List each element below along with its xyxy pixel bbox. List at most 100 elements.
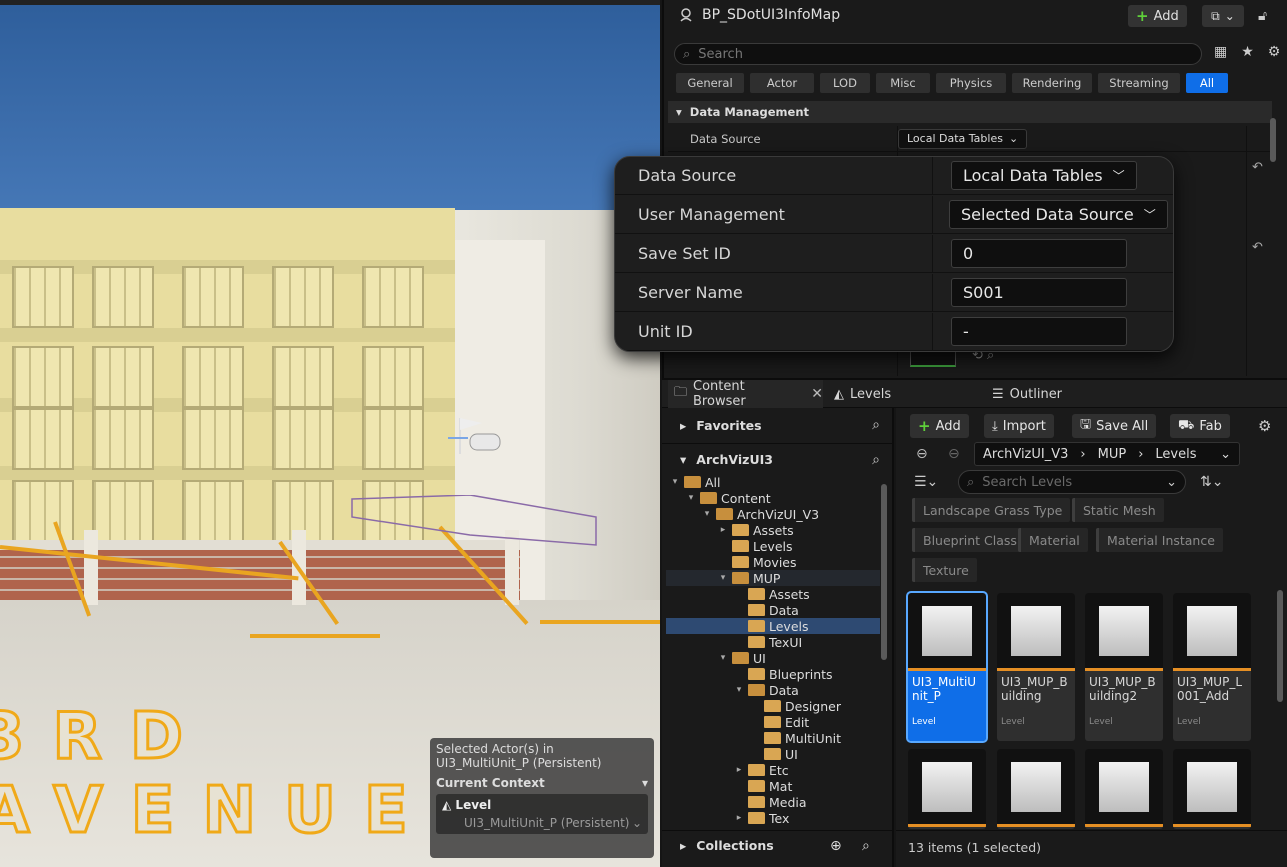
tree-item[interactable]: ▾ ArchVizUI_V3 xyxy=(702,506,819,522)
save-set-id-input[interactable]: 0 xyxy=(951,239,1127,268)
tree-scrollbar[interactable] xyxy=(881,484,887,660)
collections-header[interactable]: ▸ Collections ⊕ ⌕ xyxy=(662,830,892,860)
filter-all[interactable]: All xyxy=(1186,73,1228,93)
chevron-down-icon[interactable]: ▾ xyxy=(702,509,712,519)
tree-item[interactable]: Assets xyxy=(734,586,810,602)
tree-item[interactable]: Movies xyxy=(718,554,797,570)
tree-item[interactable]: MultiUnit xyxy=(750,730,841,746)
filter-chip[interactable]: Material Instance xyxy=(1096,528,1223,552)
chevron-right-icon[interactable]: ▸ xyxy=(734,765,744,775)
gear-icon[interactable]: ⚙ xyxy=(1268,44,1281,60)
filter-general[interactable]: General xyxy=(676,73,744,93)
chevron-right-icon[interactable]: ▸ xyxy=(718,525,728,535)
breadcrumb-item[interactable]: MUP xyxy=(1098,447,1127,462)
chevron-down-icon[interactable]: ▾ xyxy=(718,653,728,663)
add-button[interactable]: + Add xyxy=(910,414,969,438)
chevron-down-icon[interactable]: ⌄ xyxy=(1166,475,1177,490)
tab-levels[interactable]: ◭ Levels xyxy=(830,380,891,408)
save-all-button[interactable]: 🖫︎ Save All xyxy=(1072,414,1157,438)
asset-tile[interactable] xyxy=(1173,749,1251,829)
path-breadcrumb[interactable]: ArchVizUI_V3 › MUP › Levels ⌄ xyxy=(974,442,1240,466)
tree-item[interactable]: Mat xyxy=(734,778,792,794)
filter-actor[interactable]: Actor xyxy=(750,73,814,93)
chevron-down-icon[interactable]: ▾ xyxy=(686,493,696,503)
data-source-dropdown[interactable]: Local Data Tables ﹀ xyxy=(951,161,1137,190)
asset-tile[interactable]: UI3_MUP_Building2 Level xyxy=(1085,593,1163,741)
filter-chip[interactable]: Material xyxy=(1018,528,1088,552)
reset-to-default-icon[interactable]: ↶ xyxy=(1252,240,1263,255)
tree-item[interactable]: Designer xyxy=(750,698,841,714)
filter-streaming[interactable]: Streaming xyxy=(1098,73,1180,93)
asset-tile[interactable]: UI3_MultiUnit_P Level xyxy=(906,591,988,743)
asset-tile[interactable]: UI3_MUP_Building Level xyxy=(997,593,1075,741)
user-management-dropdown[interactable]: Selected Data Source ﹀ xyxy=(949,200,1168,229)
chevron-down-icon[interactable]: ⌄ xyxy=(1220,447,1231,462)
unit-id-input[interactable]: - xyxy=(951,317,1127,346)
tree-item[interactable]: Blueprints xyxy=(734,666,833,682)
breadcrumb-item[interactable]: ArchVizUI_V3 xyxy=(983,447,1068,462)
asset-scrollbar[interactable] xyxy=(1277,590,1283,702)
favorites-header[interactable]: ▸ Favorites ⌕ xyxy=(662,409,892,441)
project-header[interactable]: ▾ ArchVizUI3 ⌕ xyxy=(662,443,892,475)
tree-item[interactable]: ▾ Data xyxy=(734,682,799,698)
filter-chip[interactable]: Blueprint Class xyxy=(912,528,1025,552)
import-button[interactable]: ⤓ Import xyxy=(984,414,1054,438)
close-icon[interactable]: ✕ xyxy=(811,386,823,402)
filter-icon[interactable]: ☰⌄ xyxy=(914,474,938,490)
tree-item[interactable]: Levels xyxy=(734,618,809,634)
filter-chip[interactable]: Static Mesh xyxy=(1072,498,1164,522)
tree-item[interactable]: TexUI xyxy=(734,634,802,650)
tree-item[interactable]: UI xyxy=(750,746,798,762)
table-view-icon[interactable]: ▦ xyxy=(1214,44,1227,60)
data-source-dropdown[interactable]: Local Data Tables ⌄ xyxy=(898,128,1028,149)
tree-item[interactable]: Edit xyxy=(750,714,809,730)
reset-to-default-icon[interactable]: ↶ xyxy=(1252,160,1263,175)
tree-item[interactable]: ▾ All xyxy=(670,474,721,490)
search-icon[interactable]: ⌕ xyxy=(872,452,880,468)
forward-icon[interactable]: ⊖ xyxy=(948,446,960,462)
asset-tile[interactable] xyxy=(997,749,1075,829)
tree-item[interactable]: Levels xyxy=(718,538,793,554)
asset-tile[interactable] xyxy=(1085,749,1163,829)
chevron-down-icon[interactable]: ▾ xyxy=(734,685,744,695)
chevron-down-icon[interactable]: ▾ xyxy=(670,477,680,487)
details-scrollbar[interactable] xyxy=(1270,118,1276,162)
filter-chip[interactable]: Landscape Grass Type xyxy=(912,498,1071,522)
search-icon[interactable]: ⌕ xyxy=(872,417,880,433)
search-icon[interactable]: ⌕ xyxy=(862,838,870,854)
tree-item[interactable]: Media xyxy=(734,794,807,810)
tree-item[interactable]: ▸ Etc xyxy=(734,762,789,778)
tree-item[interactable]: ▾ UI xyxy=(718,650,766,666)
asset-tile[interactable] xyxy=(908,749,986,829)
filter-lod[interactable]: LOD xyxy=(820,73,870,93)
tree-item[interactable]: ▾ Content xyxy=(686,490,771,506)
filter-chip[interactable]: Texture xyxy=(912,558,977,582)
filter-rendering[interactable]: Rendering xyxy=(1012,73,1092,93)
level-viewport[interactable]: 3RD AVENUE Selected Actor(s) in UI3_Mult… xyxy=(0,0,660,867)
star-icon[interactable]: ★ xyxy=(1241,44,1254,60)
asset-tile[interactable]: UI3_MUP_L001_Add Level xyxy=(1173,593,1251,741)
blueprint-options-button[interactable]: ⧉ ⌄ xyxy=(1202,5,1244,27)
add-collection-icon[interactable]: ⊕ xyxy=(830,838,842,854)
current-context-header[interactable]: Current Context ▾ xyxy=(436,776,648,790)
gear-icon[interactable]: ⚙ xyxy=(1258,417,1271,435)
filter-misc[interactable]: Misc xyxy=(876,73,930,93)
back-icon[interactable]: ⊖ xyxy=(916,446,928,462)
level-context-dropdown[interactable]: UI3_MultiUnit_P (Persistent) ⌄ xyxy=(442,816,642,830)
tree-item[interactable]: ▾ MUP xyxy=(718,570,781,586)
chevron-right-icon[interactable]: ▸ xyxy=(734,813,744,823)
section-data-management[interactable]: ▾ Data Management xyxy=(668,101,1272,123)
tree-item[interactable]: Data xyxy=(734,602,799,618)
sort-icon[interactable]: ⇅⌄ xyxy=(1200,474,1223,490)
tree-item[interactable]: ▸ Tex xyxy=(734,810,790,826)
tree-item[interactable]: ▸ Assets xyxy=(718,522,794,538)
actor-gizmo-icon[interactable] xyxy=(448,414,508,464)
filter-physics[interactable]: Physics xyxy=(936,73,1006,93)
details-search-input[interactable]: ⌕ Search xyxy=(674,43,1202,65)
fab-button[interactable]: ⛟ Fab xyxy=(1170,414,1230,438)
server-name-input[interactable]: S001 xyxy=(951,278,1127,307)
lock-icon[interactable]: 🔓︎ xyxy=(1258,8,1267,24)
asset-search-input[interactable]: ⌕ Search Levels ⌄ xyxy=(958,470,1186,494)
tab-outliner[interactable]: ☰ Outliner xyxy=(992,380,1062,408)
tab-content-browser[interactable]: 🗀︎ Content Browser ✕ xyxy=(668,379,823,409)
